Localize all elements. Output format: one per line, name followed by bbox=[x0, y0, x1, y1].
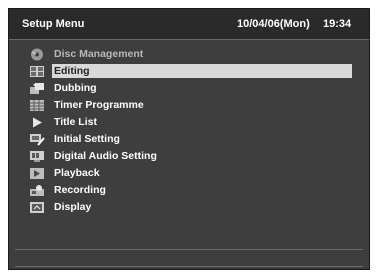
setup-menu-window: Setup Menu 10/04/06(Mon) 19:34 Disc Mana… bbox=[8, 8, 370, 270]
menu-item-recording[interactable]: Recording bbox=[29, 183, 353, 199]
menu-item-title-list[interactable]: Title List bbox=[29, 115, 353, 131]
menu-title: Setup Menu bbox=[22, 18, 85, 30]
timer-icon bbox=[29, 99, 45, 112]
menu-item-label: Digital Audio Setting bbox=[54, 150, 157, 162]
menu-item-editing[interactable]: Editing bbox=[29, 64, 353, 80]
title-bar: Setup Menu 10/04/06(Mon) 19:34 bbox=[9, 9, 369, 40]
play-icon bbox=[29, 116, 45, 129]
menu-item-label: Display bbox=[54, 201, 92, 213]
disc-icon bbox=[29, 48, 45, 61]
menu-item-display[interactable]: Display bbox=[29, 200, 353, 216]
recording-icon bbox=[29, 184, 45, 197]
editing-icon bbox=[29, 65, 45, 78]
menu-item-dubbing[interactable]: Dubbing bbox=[29, 81, 353, 97]
menu-item-label: Dubbing bbox=[54, 82, 97, 94]
menu-item-label: Disc Management bbox=[54, 48, 144, 60]
menu-item-label: Editing bbox=[52, 64, 352, 78]
menu-item-label: Recording bbox=[54, 184, 106, 196]
digital-audio-icon bbox=[29, 150, 45, 163]
playback-icon bbox=[29, 167, 45, 180]
status-bar bbox=[15, 249, 363, 267]
menu-item-disc-management[interactable]: Disc Management bbox=[29, 47, 353, 63]
menu-item-label: Title List bbox=[54, 116, 97, 128]
menu-item-label: Timer Programme bbox=[54, 99, 144, 111]
dubbing-icon bbox=[29, 82, 45, 95]
menu-item-initial-setting[interactable]: Initial Setting bbox=[29, 132, 353, 148]
date-display: 10/04/06(Mon) bbox=[237, 18, 310, 30]
menu-item-label: Initial Setting bbox=[54, 133, 120, 145]
display-icon bbox=[29, 201, 45, 214]
menu-item-digital-audio-setting[interactable]: Digital Audio Setting bbox=[29, 149, 353, 165]
time-display: 19:34 bbox=[323, 18, 352, 30]
menu-item-playback[interactable]: Playback bbox=[29, 166, 353, 182]
menu-item-label: Playback bbox=[54, 167, 100, 179]
menu-item-timer-programme[interactable]: Timer Programme bbox=[29, 98, 353, 114]
initial-setting-icon bbox=[29, 133, 45, 146]
